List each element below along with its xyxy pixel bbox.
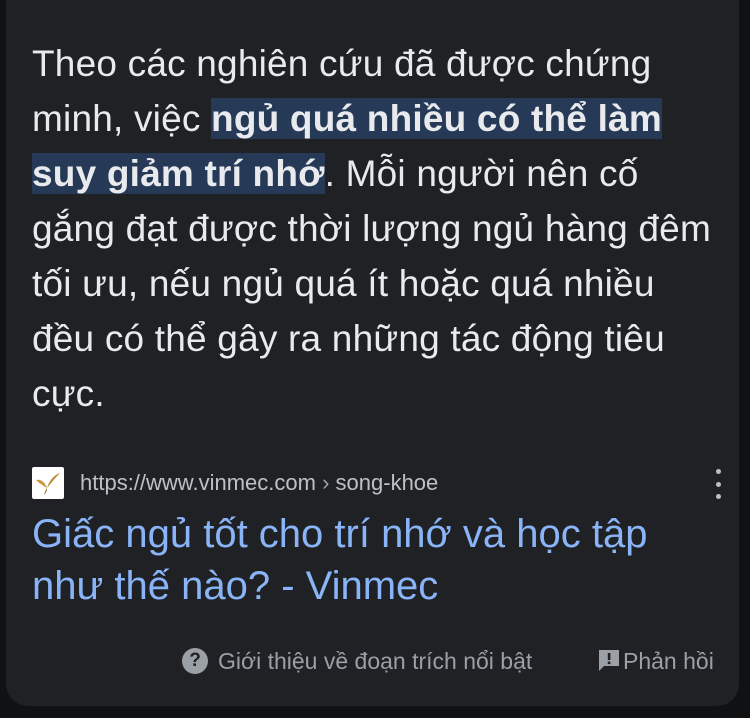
- result-title-link[interactable]: Giấc ngủ tốt cho trí nhớ và học tập như …: [32, 508, 712, 612]
- breadcrumb-separator: ›: [322, 470, 330, 495]
- about-featured-snippets-label: Giới thiệu về đoạn trích nổi bật: [218, 647, 533, 674]
- dot-icon: [715, 481, 721, 487]
- about-featured-snippets-link[interactable]: ? Giới thiệu về đoạn trích nổi bật: [182, 646, 532, 676]
- feedback-label: Phản hồi: [623, 647, 714, 674]
- more-options-button[interactable]: [708, 469, 728, 499]
- feedback-icon: [599, 650, 619, 671]
- source-url[interactable]: https://www.vinmec.com › song-khoe: [80, 470, 438, 496]
- help-circle-icon: ?: [182, 648, 208, 674]
- source-path: song-khoe: [335, 470, 439, 495]
- snippet-text: Theo các nghiên cứu đã được chứng minh, …: [32, 36, 722, 421]
- source-row[interactable]: https://www.vinmec.com › song-khoe: [32, 463, 722, 503]
- dot-icon: [715, 494, 721, 499]
- source-domain: https://www.vinmec.com: [80, 470, 316, 495]
- dot-icon: [715, 469, 721, 474]
- feedback-button[interactable]: Phản hồi: [597, 646, 714, 676]
- featured-snippet-card: Theo các nghiên cứu đã được chứng minh, …: [6, 0, 739, 706]
- vinmec-favicon-icon: [32, 467, 64, 499]
